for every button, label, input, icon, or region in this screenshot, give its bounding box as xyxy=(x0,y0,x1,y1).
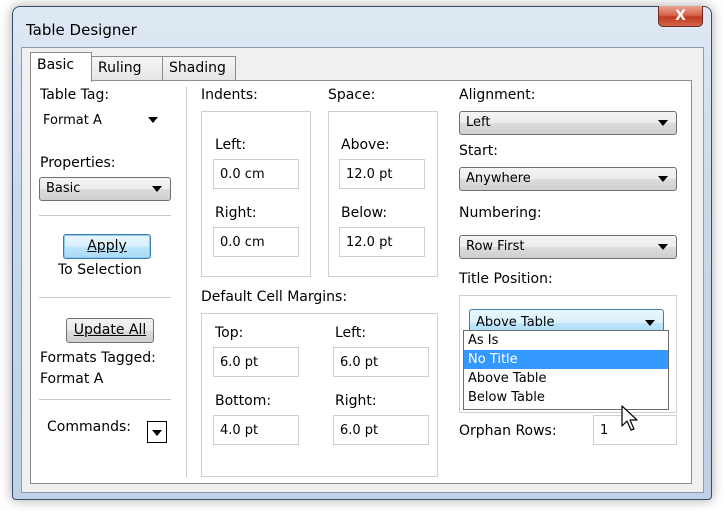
update-all-label: Update All xyxy=(73,322,147,338)
numbering-select[interactable]: Row First xyxy=(459,235,677,259)
chevron-down-icon xyxy=(152,186,162,192)
space-below-label: Below: xyxy=(341,205,388,221)
indent-left-field[interactable]: 0.0 cm xyxy=(213,159,299,189)
chevron-down-icon xyxy=(658,244,668,250)
alignment-select[interactable]: Left xyxy=(459,111,677,135)
tab-basic[interactable]: Basic xyxy=(30,52,92,82)
numbering-value: Row First xyxy=(466,239,525,254)
indent-right-label: Right: xyxy=(215,205,257,221)
space-below-field[interactable]: 12.0 pt xyxy=(339,227,425,257)
margin-top-label: Top: xyxy=(215,325,244,341)
close-icon: X xyxy=(675,8,686,24)
properties-label: Properties: xyxy=(40,155,116,171)
indent-right-field[interactable]: 0.0 cm xyxy=(213,227,299,257)
properties-select[interactable]: Basic xyxy=(39,177,171,201)
chevron-down-icon xyxy=(645,320,655,326)
alignment-value: Left xyxy=(466,115,491,130)
title-position-label: Title Position: xyxy=(459,271,553,287)
window-title: Table Designer xyxy=(26,21,137,39)
cell-margins-label: Default Cell Margins: xyxy=(201,289,348,305)
orphan-rows-label: Orphan Rows: xyxy=(459,423,557,439)
to-selection-label: To Selection xyxy=(58,262,142,278)
space-above-label: Above: xyxy=(341,137,390,153)
chevron-down-icon xyxy=(152,430,162,436)
start-label: Start: xyxy=(459,143,498,159)
listbox-option-as-is[interactable]: As Is xyxy=(464,331,668,350)
table-designer-window: Table Designer X Basic Ruling Shading Ta… xyxy=(12,6,712,500)
properties-value: Basic xyxy=(46,181,81,196)
listbox-option-above-table[interactable]: Above Table xyxy=(464,369,668,388)
tab-ruling[interactable]: Ruling xyxy=(91,56,163,81)
space-label: Space: xyxy=(328,87,376,103)
update-all-button[interactable]: Update All xyxy=(66,318,154,343)
table-tag-label: Table Tag: xyxy=(40,87,110,103)
title-position-listbox[interactable]: As Is No Title Above Table Below Table xyxy=(463,330,669,410)
indents-label: Indents: xyxy=(201,87,258,103)
chevron-down-icon xyxy=(148,117,158,123)
apply-button[interactable]: Apply xyxy=(63,234,151,259)
divider xyxy=(39,215,171,216)
commands-menu-button[interactable] xyxy=(147,421,167,443)
margin-right-label: Right: xyxy=(335,393,377,409)
table-tag-select[interactable]: Format A xyxy=(39,109,166,135)
listbox-option-no-title[interactable]: No Title xyxy=(464,350,668,369)
close-button[interactable]: X xyxy=(658,6,703,27)
margin-bottom-field[interactable]: 4.0 pt xyxy=(213,415,299,445)
margin-left-field[interactable]: 6.0 pt xyxy=(333,347,429,377)
title-position-value: Above Table xyxy=(476,315,555,330)
start-select[interactable]: Anywhere xyxy=(459,167,677,191)
commands-label: Commands: xyxy=(47,419,131,435)
tab-shading[interactable]: Shading xyxy=(162,56,236,81)
mouse-pointer-icon xyxy=(621,405,638,431)
dialog-client: Basic Ruling Shading Table Tag: Format A… xyxy=(21,47,704,493)
alignment-label: Alignment: xyxy=(459,87,536,103)
start-value: Anywhere xyxy=(466,171,531,186)
chevron-down-icon xyxy=(658,120,668,126)
basic-panel: Table Tag: Format A Properties: Basic Ap… xyxy=(30,80,692,484)
numbering-label: Numbering: xyxy=(459,205,542,221)
margin-right-field[interactable]: 6.0 pt xyxy=(333,415,429,445)
column-divider xyxy=(186,87,187,477)
divider xyxy=(39,297,171,298)
space-above-field[interactable]: 12.0 pt xyxy=(339,159,425,189)
margin-top-field[interactable]: 6.0 pt xyxy=(213,347,299,377)
divider xyxy=(39,399,171,400)
chevron-down-icon xyxy=(658,176,668,182)
margin-left-label: Left: xyxy=(335,325,367,341)
apply-button-label: Apply xyxy=(87,238,127,254)
indent-left-label: Left: xyxy=(215,137,247,153)
margin-bottom-label: Bottom: xyxy=(215,393,272,409)
table-tag-value: Format A xyxy=(43,113,102,128)
formats-tagged-value: Format A xyxy=(40,371,104,387)
formats-tagged-label: Formats Tagged: xyxy=(40,350,156,366)
